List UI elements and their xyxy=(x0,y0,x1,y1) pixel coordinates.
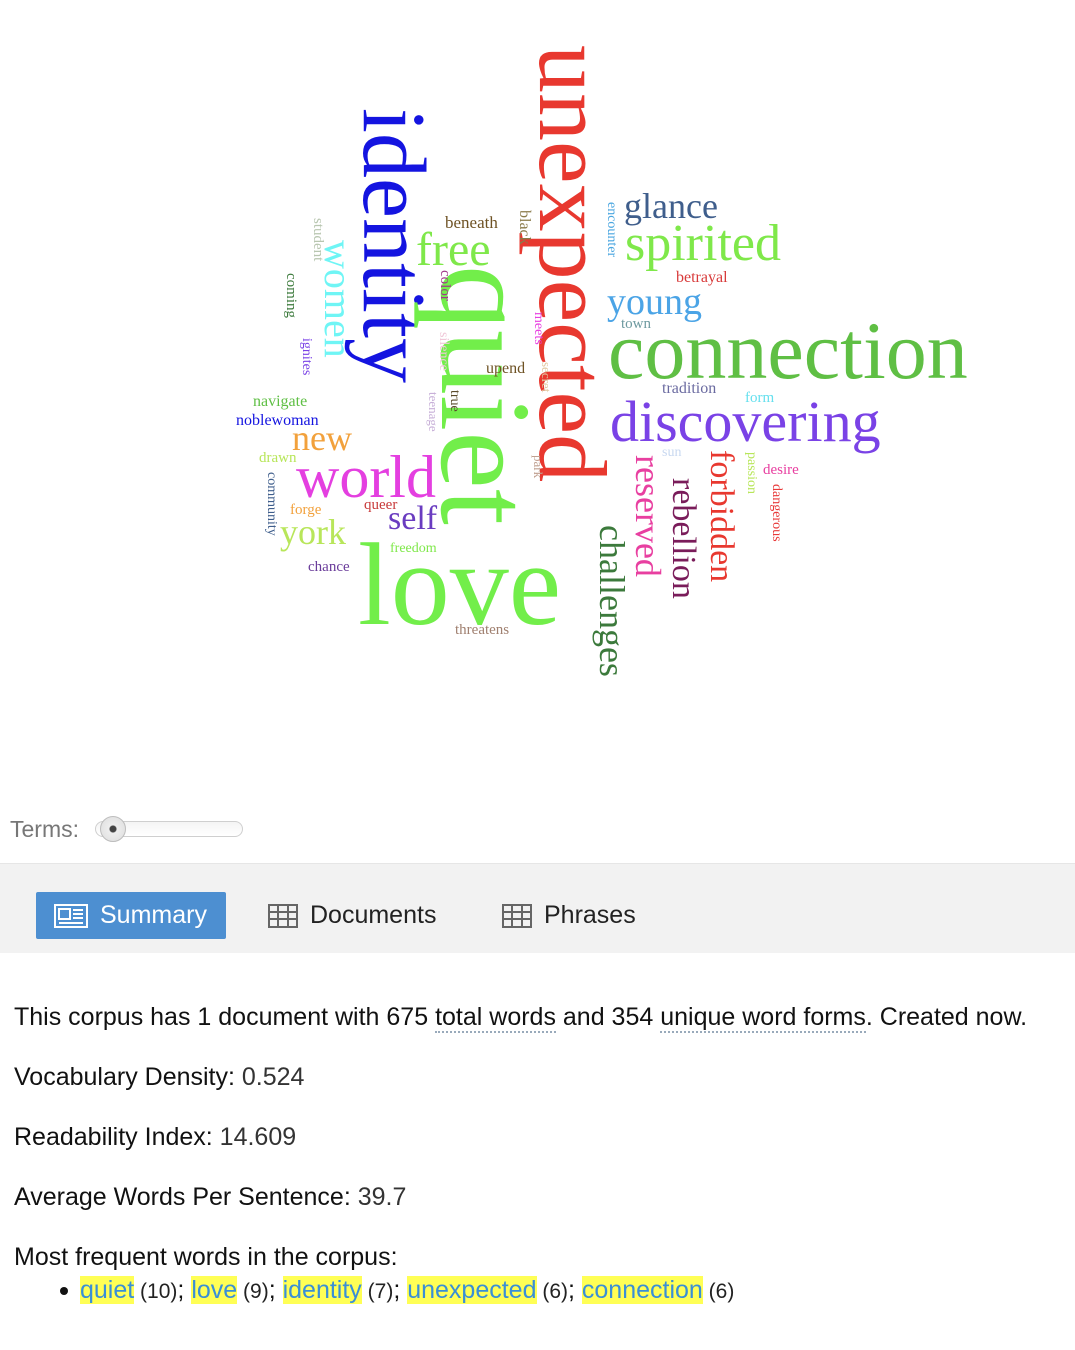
summary-text: and 354 xyxy=(555,1003,661,1031)
readability-index: Readability Index: 14.609 xyxy=(14,1123,296,1152)
summary-text: . Created now. xyxy=(865,1003,1028,1031)
unique-word-forms-link[interactable]: unique word forms xyxy=(660,1003,866,1033)
tab-bar: Summary Documents Phrases xyxy=(0,863,1075,953)
frequent-words-heading: Most frequent words in the corpus: xyxy=(14,1243,398,1271)
cloud-word[interactable]: town xyxy=(621,317,651,332)
frequent-word-link[interactable]: love xyxy=(191,1276,238,1304)
cloud-word[interactable]: drawn xyxy=(259,451,297,466)
word-cloud: unexpected identity quiet love connectio… xyxy=(0,0,1075,800)
cloud-word[interactable]: coming xyxy=(283,273,299,318)
cloud-word[interactable]: tradition xyxy=(662,381,716,397)
terms-slider-handle[interactable] xyxy=(100,816,126,842)
frequent-word-link[interactable]: quiet xyxy=(80,1276,135,1304)
tab-phrases-label: Phrases xyxy=(544,901,636,929)
cloud-word[interactable]: passion xyxy=(744,452,759,494)
cloud-word[interactable]: teenage xyxy=(426,392,441,432)
cloud-word[interactable]: upend xyxy=(486,361,525,377)
cloud-word[interactable]: encounter xyxy=(604,202,619,257)
separator: ; xyxy=(268,1276,283,1304)
cloud-word[interactable]: reserved xyxy=(628,455,668,577)
terms-label: Terms: xyxy=(10,815,79,842)
cloud-word[interactable]: ignites xyxy=(299,338,314,375)
average-words-per-sentence: Average Words Per Sentence: 39.7 xyxy=(14,1183,406,1212)
cloud-word[interactable]: beneath xyxy=(445,214,498,231)
cloud-word[interactable]: chance xyxy=(308,560,350,575)
cloud-word[interactable]: freedom xyxy=(390,542,437,556)
total-words-link[interactable]: total words xyxy=(435,1003,556,1033)
terms-slider[interactable] xyxy=(95,816,243,842)
cloud-word[interactable]: form xyxy=(745,391,774,406)
cloud-word[interactable]: desire xyxy=(763,463,799,478)
cloud-word[interactable]: glance xyxy=(624,188,718,224)
cloud-word[interactable]: student xyxy=(310,218,326,261)
readability-index-label: Readability Index: xyxy=(14,1123,213,1151)
table-icon xyxy=(502,903,532,928)
cloud-word[interactable]: silence xyxy=(436,332,451,371)
cloud-word[interactable]: meets xyxy=(531,312,546,345)
terms-control: Terms: xyxy=(10,812,243,846)
cloud-word[interactable]: queer xyxy=(364,498,397,513)
tab-documents[interactable]: Documents xyxy=(266,892,436,939)
cloud-word[interactable]: threatens xyxy=(455,623,509,638)
separator: ; xyxy=(177,1276,192,1304)
cloud-word[interactable]: rebellion xyxy=(665,478,702,599)
cloud-word[interactable]: noblewoman xyxy=(236,413,319,429)
average-words-value: 39.7 xyxy=(350,1183,407,1211)
corpus-description: This corpus has 1 document with 675 tota… xyxy=(14,1003,1028,1033)
frequent-word-count: (6) xyxy=(702,1280,735,1303)
cloud-word[interactable]: true xyxy=(447,390,462,412)
frequent-word-count: (6) xyxy=(536,1280,568,1303)
vocabulary-density: Vocabulary Density: 0.524 xyxy=(14,1063,304,1092)
cloud-word[interactable]: secret xyxy=(539,362,554,392)
frequent-words-list: quiet (10); love (9); identity (7); unex… xyxy=(60,1276,735,1305)
cloud-word[interactable]: york xyxy=(280,514,346,550)
frequent-word-link[interactable]: connection xyxy=(581,1276,703,1304)
cloud-word[interactable]: navigate xyxy=(253,394,307,410)
cloud-word[interactable]: forbidden xyxy=(703,450,740,582)
list-bullet xyxy=(60,1287,68,1295)
tab-summary[interactable]: Summary xyxy=(36,892,226,939)
frequent-word-link[interactable]: identity xyxy=(282,1276,362,1304)
cloud-word[interactable]: community xyxy=(264,472,279,536)
cloud-word[interactable]: dangerous xyxy=(769,484,784,542)
tab-documents-label: Documents xyxy=(310,901,437,929)
frequent-word-link[interactable]: unexpected xyxy=(407,1276,537,1304)
cloud-word[interactable]: sun xyxy=(662,446,681,460)
newspaper-icon xyxy=(54,903,88,928)
vocabulary-density-label: Vocabulary Density: xyxy=(14,1063,235,1091)
table-icon xyxy=(268,903,298,928)
frequent-word-count: (9) xyxy=(237,1280,269,1303)
average-words-label: Average Words Per Sentence: xyxy=(14,1183,351,1211)
frequent-word-count: (7) xyxy=(361,1280,394,1303)
separator: ; xyxy=(568,1276,582,1304)
separator: ; xyxy=(393,1276,408,1304)
cloud-word[interactable]: forge xyxy=(290,503,321,518)
summary-text: This corpus has 1 document with 675 xyxy=(14,1003,436,1031)
cloud-word[interactable]: black xyxy=(516,210,533,245)
tab-summary-label: Summary xyxy=(100,901,207,929)
cloud-word[interactable]: challenges xyxy=(592,525,632,677)
vocabulary-density-value: 0.524 xyxy=(234,1063,305,1091)
cloud-word[interactable]: color xyxy=(437,270,453,301)
frequent-word-count: (10) xyxy=(134,1280,178,1303)
readability-index-value: 14.609 xyxy=(212,1123,297,1151)
cloud-word[interactable]: free xyxy=(416,226,491,274)
cloud-word[interactable]: betrayal xyxy=(676,270,728,286)
tab-phrases[interactable]: Phrases xyxy=(500,892,636,939)
cloud-word[interactable]: park xyxy=(531,455,546,478)
